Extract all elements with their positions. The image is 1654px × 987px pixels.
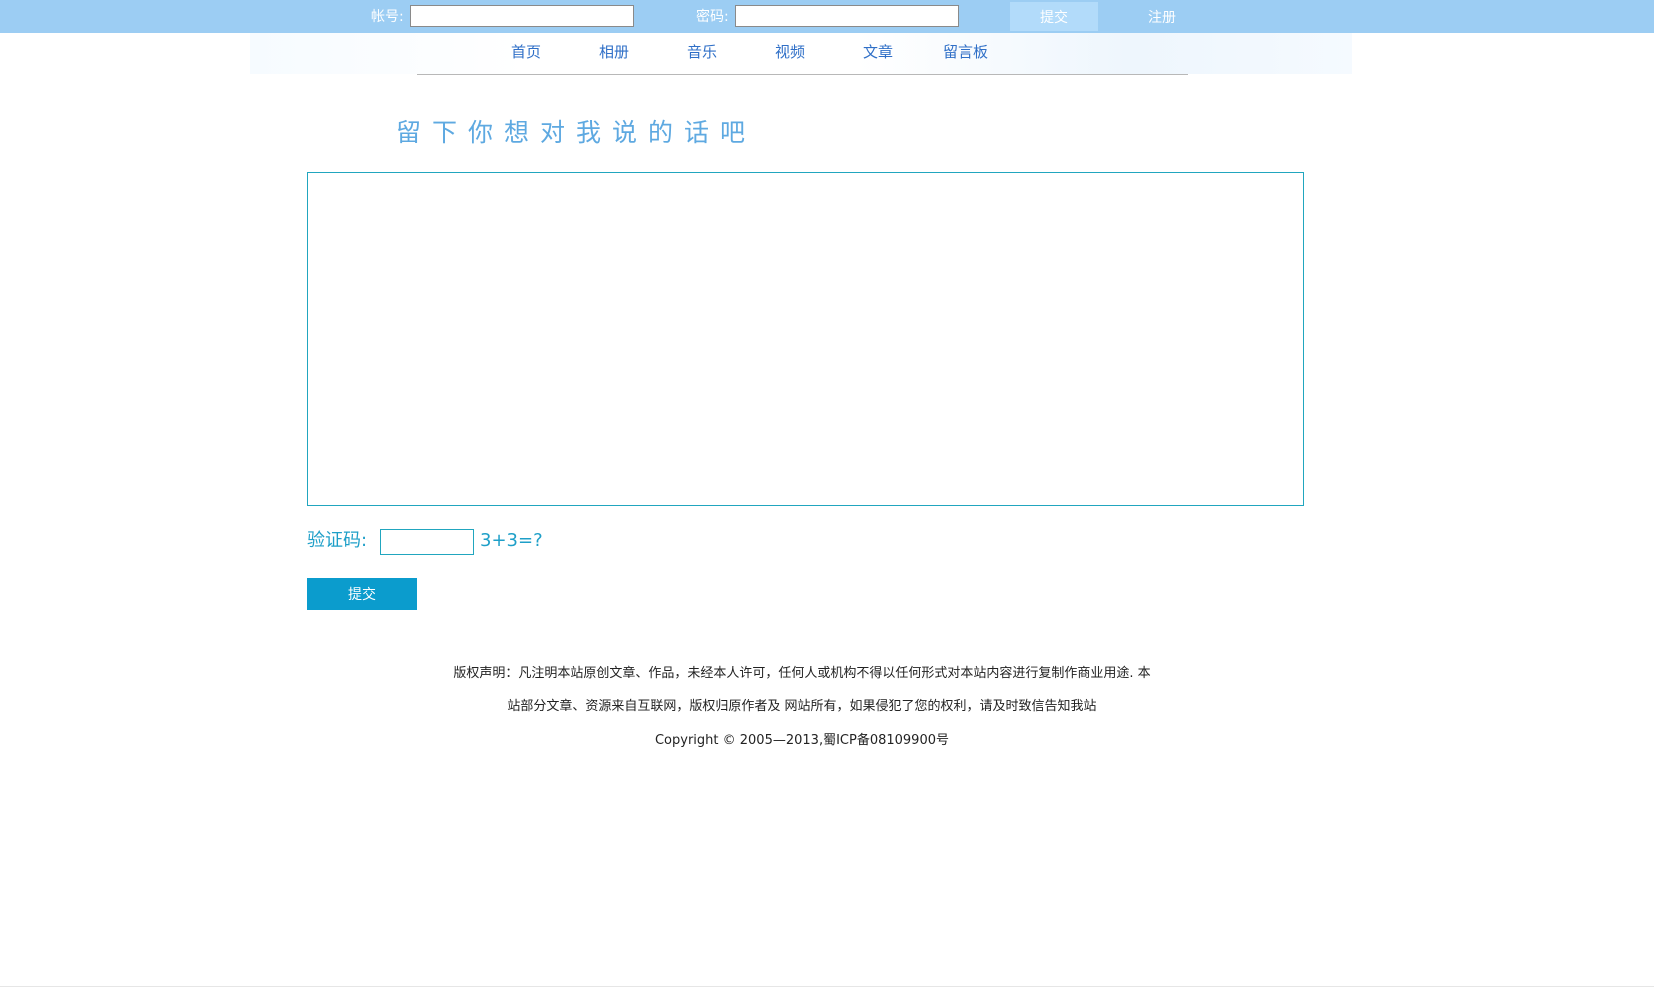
copyright-line: Copyright © 2005—2013,蜀ICP备08109900号 [654,733,949,748]
login-bar: 帐号: 密码: 提交 注册 [0,0,1654,33]
nav-item-articles[interactable]: 文章 [863,43,893,61]
captcha-label: 验证码: [307,530,368,551]
nav-item-home[interactable]: 首页 [511,43,541,61]
login-submit-button[interactable]: 提交 [1010,2,1098,31]
copyright-notice-line1: 版权声明：凡注明本站原创文章、作品，未经本人许可，任何人或机构不得以任何形式对本… [453,666,1151,681]
nav-item-album[interactable]: 相册 [599,43,629,61]
nav-item-guestbook[interactable]: 留言板 [943,43,988,61]
message-submit-button[interactable]: 提交 [307,578,417,610]
account-input[interactable] [410,5,634,27]
captcha-input[interactable] [380,529,474,555]
copyright-notice-line2: 站部分文章、资源来自互联网，版权归原作者及 网站所有，如果侵犯了您的权利，请及时… [507,699,1097,714]
guestbook-heading: 留下你想对我说的话吧 [396,118,757,147]
account-label: 帐号: [371,9,404,25]
register-button[interactable]: 注册 [1118,2,1206,31]
message-textarea[interactable] [307,172,1304,506]
password-input[interactable] [735,5,959,27]
nav-item-video[interactable]: 视频 [775,43,805,61]
password-label: 密码: [696,9,729,25]
nav-item-music[interactable]: 音乐 [687,43,717,61]
captcha-question: 3+3=? [480,530,543,551]
nav-divider [417,74,1188,75]
